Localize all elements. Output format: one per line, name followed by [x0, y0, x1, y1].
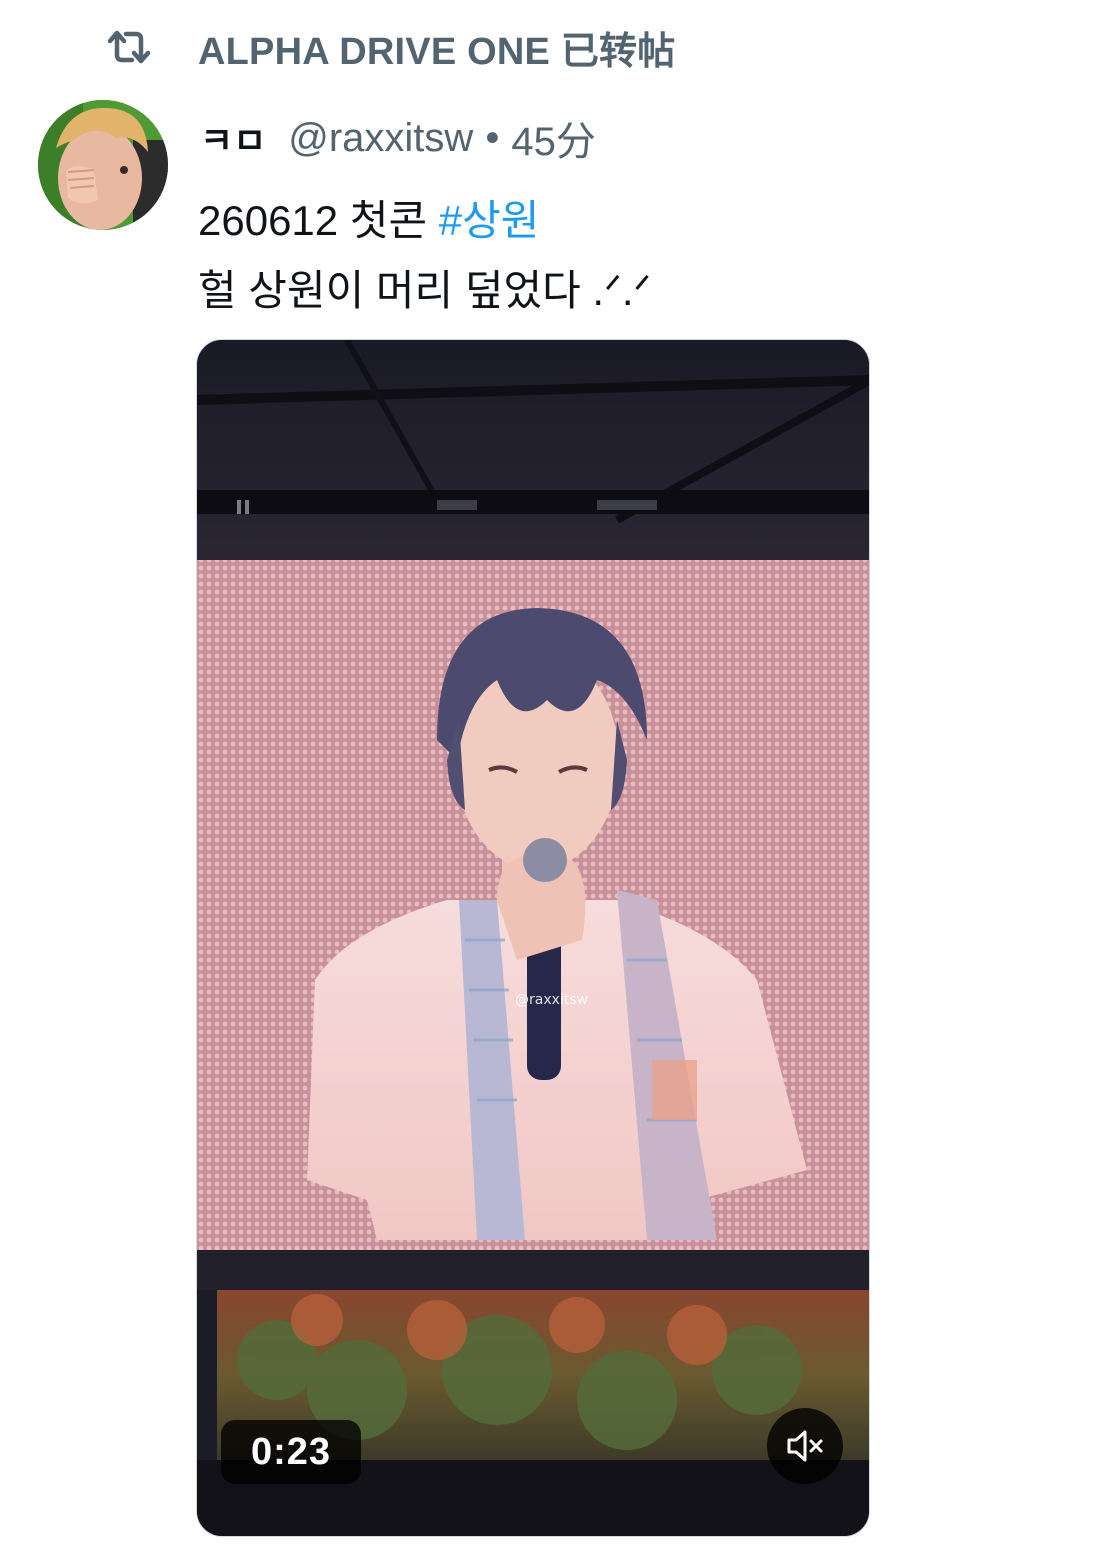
tweet-text: 260612 첫콘 #상원 헐 상원이 머리 덮었다 .ᐟ.ᐟ [198, 186, 651, 326]
avatar[interactable] [38, 100, 168, 230]
mute-button[interactable] [767, 1408, 843, 1484]
tweet-line-1-text: 260612 첫콘 [198, 197, 439, 244]
separator-dot: • [485, 115, 500, 160]
tweet-header: ㅋㅁ @raxxitsw • 45分 [200, 109, 596, 167]
retweet-header[interactable]: ALPHA DRIVE ONE 已转帖 [104, 20, 675, 75]
video-frame [197, 340, 869, 1536]
video-watermark: @raxxitsw [515, 992, 589, 1008]
retweet-icon [104, 27, 154, 67]
video-player[interactable]: @raxxitsw 0:23 [196, 339, 870, 1537]
volume-muted-icon [787, 1430, 823, 1462]
retweet-label[interactable]: ALPHA DRIVE ONE 已转帖 [198, 20, 675, 75]
hashtag-link[interactable]: #상원 [439, 197, 540, 244]
video-duration: 0:23 [221, 1420, 361, 1484]
post-time[interactable]: 45分 [511, 109, 596, 167]
tweet-line-2: 헐 상원이 머리 덮었다 .ᐟ.ᐟ [198, 267, 652, 314]
display-name[interactable]: ㅋㅁ [200, 112, 266, 164]
tweet-line-1: 260612 첫콘 #상원 [198, 186, 651, 256]
user-handle[interactable]: @raxxitsw [288, 116, 473, 161]
